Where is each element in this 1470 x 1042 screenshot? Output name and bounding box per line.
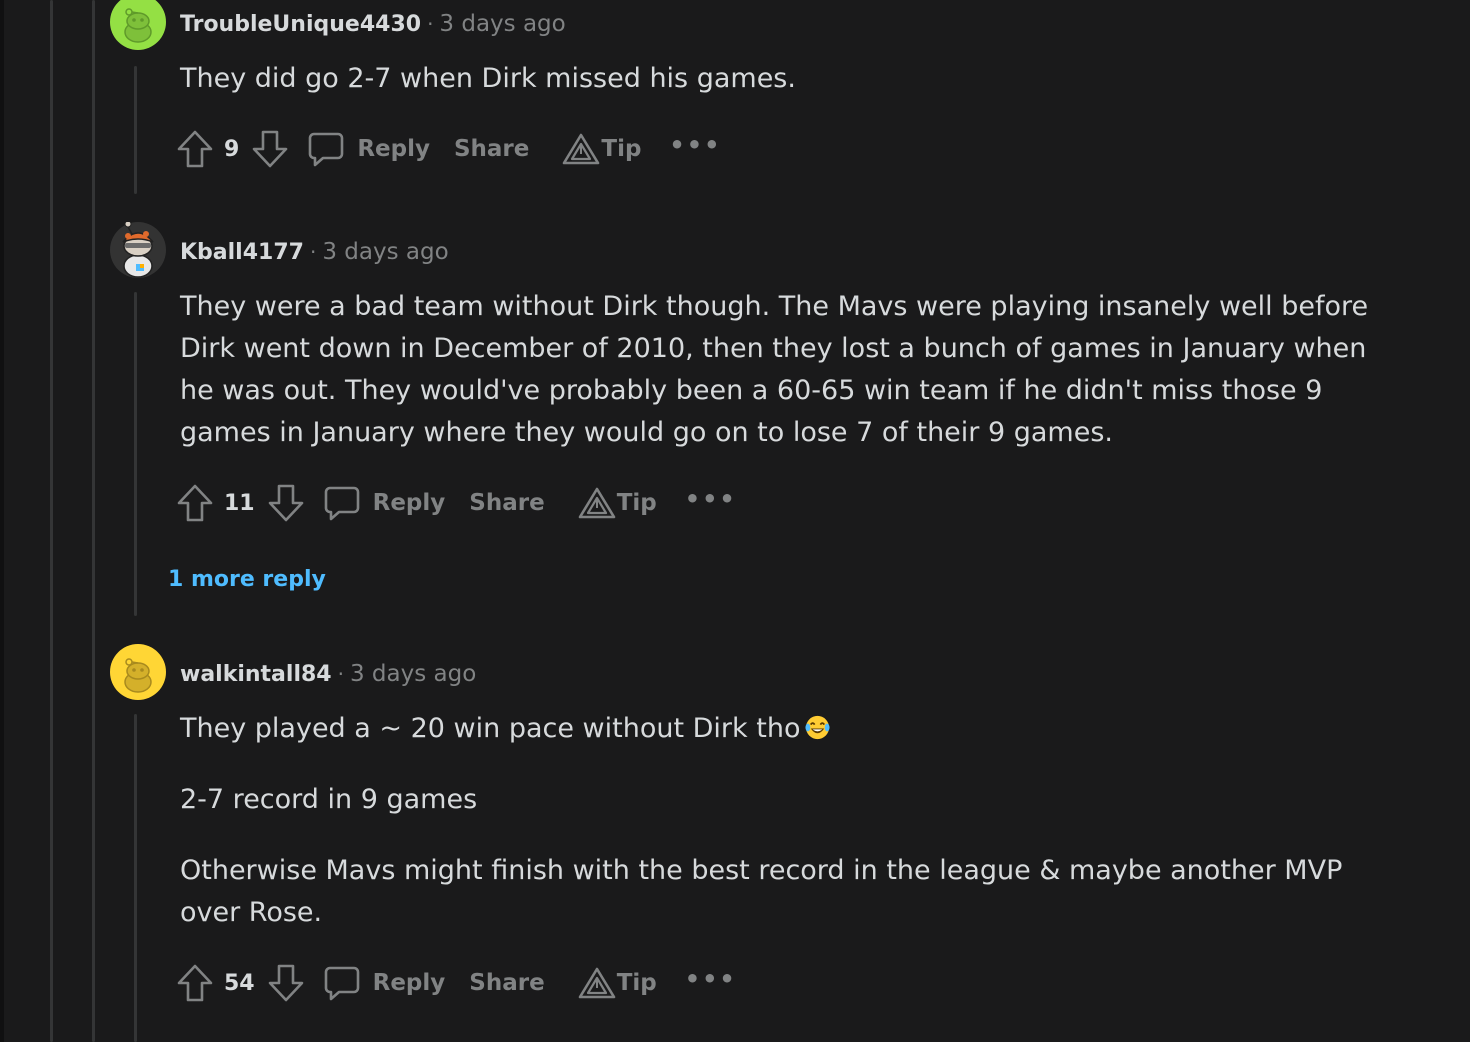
tip-button[interactable]: Tip — [561, 132, 641, 166]
vote-count: 11 — [224, 490, 255, 516]
timestamp[interactable]: 3 days ago — [322, 239, 448, 265]
tip-label: Tip — [601, 136, 642, 162]
tip-button[interactable]: Tip — [577, 486, 657, 520]
custom-snoo-avatar-icon — [110, 222, 166, 278]
more-options-icon[interactable]: ••• — [669, 131, 721, 159]
tip-button[interactable]: Tip — [577, 966, 657, 1000]
downvote-icon[interactable] — [267, 483, 305, 523]
user-avatar[interactable] — [110, 644, 166, 700]
snoo-avatar-icon — [110, 644, 166, 700]
tip-triangle-icon — [563, 133, 600, 165]
comment-paragraph: They played a ~ 20 win pace without Dirk… — [180, 708, 1390, 750]
vote-count: 9 — [224, 136, 240, 162]
tip-triangle-icon — [578, 967, 615, 999]
comment-paragraph: They were a bad team without Dirk though… — [180, 291, 1369, 448]
more-replies-link[interactable]: 1 more reply — [168, 567, 326, 592]
comment-paragraph: They did go 2-7 when Dirk missed his gam… — [180, 63, 796, 94]
user-avatar[interactable] — [110, 222, 166, 278]
reply-button[interactable]: Reply — [307, 130, 430, 168]
comment-paragraph: 2-7 record in 9 games — [180, 784, 478, 815]
timestamp[interactable]: 3 days ago — [350, 661, 476, 687]
comment-paragraph-text: They played a ~ 20 win pace without Dirk… — [180, 713, 801, 744]
reply-label: Reply — [372, 490, 446, 516]
comment-body: They were a bad team without Dirk though… — [180, 286, 1390, 454]
comment-actions: 9 Reply Share Tip ••• — [176, 127, 721, 171]
reply-label: Reply — [357, 136, 430, 162]
timestamp[interactable]: 3 days ago — [439, 11, 565, 37]
username-link[interactable]: TroubleUnique4430 — [180, 12, 421, 37]
downvote-icon[interactable] — [251, 129, 289, 169]
reply-label: Reply — [372, 970, 446, 996]
comment-body: They played a ~ 20 win pace without Dirk… — [180, 708, 1390, 934]
reply-button[interactable]: Reply — [323, 484, 446, 522]
user-avatar[interactable] — [110, 0, 166, 50]
meta-separator: · — [337, 662, 344, 686]
comment: TroubleUnique4430 · 3 days ago They did go… — [110, 0, 1410, 194]
speech-bubble-icon — [324, 486, 359, 521]
thread-collapse-line-level-1[interactable] — [50, 0, 53, 1042]
upvote-icon[interactable] — [176, 129, 214, 169]
comment-meta: walkintall84 · 3 days ago — [180, 659, 476, 690]
comment: walkintall84 · 3 days ago They played a ~ … — [110, 644, 1410, 1042]
comment-actions: 54 Reply Share Tip ••• — [176, 961, 737, 1005]
tip-label: Tip — [616, 970, 657, 996]
upvote-icon[interactable] — [176, 483, 214, 523]
speech-bubble-icon — [309, 132, 344, 167]
vote-count: 54 — [224, 970, 255, 996]
comment-thread-page: TroubleUnique4430 · 3 days ago They did go… — [0, 0, 1470, 1042]
meta-separator: · — [309, 240, 317, 264]
reply-button[interactable]: Reply — [323, 964, 446, 1002]
downvote-icon[interactable] — [267, 963, 305, 1003]
meta-separator: · — [427, 12, 434, 36]
comment-meta: Kball4177 · 3 days ago — [180, 237, 449, 268]
upvote-icon[interactable] — [176, 963, 214, 1003]
username-link[interactable]: Kball4177 — [180, 240, 304, 265]
speech-bubble-icon — [324, 966, 359, 1001]
comment-meta: TroubleUnique4430 · 3 days ago — [180, 9, 566, 40]
comment-paragraph: Otherwise Mavs might finish with the bes… — [180, 855, 1343, 928]
comment-body: They did go 2-7 when Dirk missed his gam… — [180, 58, 1390, 100]
tip-triangle-icon — [578, 487, 615, 519]
tip-label: Tip — [616, 490, 657, 516]
share-button[interactable]: Share — [469, 970, 544, 996]
share-button[interactable]: Share — [469, 490, 544, 516]
left-edge-border — [0, 0, 4, 1042]
comment: Kball4177 · 3 days ago They were a bad tea… — [110, 222, 1410, 542]
share-button[interactable]: Share — [454, 136, 529, 162]
username-link[interactable]: walkintall84 — [180, 662, 332, 687]
snoo-avatar-icon — [110, 0, 166, 50]
more-options-icon[interactable]: ••• — [685, 965, 737, 993]
face-with-tears-of-joy-icon — [805, 715, 831, 740]
comment-actions: 11 Reply Share Tip ••• — [176, 481, 737, 525]
more-options-icon[interactable]: ••• — [685, 485, 737, 513]
thread-collapse-line-level-2[interactable] — [92, 0, 95, 1042]
